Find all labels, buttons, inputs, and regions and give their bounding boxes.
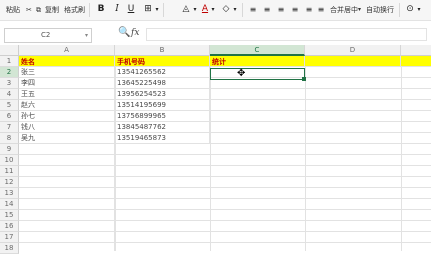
row-header-9[interactable]: 9: [0, 144, 19, 155]
name-box[interactable]: C2 ▾: [4, 28, 92, 43]
phone-cell[interactable]: 13956254523: [115, 89, 210, 100]
align-center-icon[interactable]: ≡: [304, 2, 314, 17]
formula-input[interactable]: [146, 28, 427, 41]
row-header-15[interactable]: 15: [0, 210, 19, 221]
number-format-dropdown-icon[interactable]: ▾: [416, 2, 422, 17]
grid-line: [210, 67, 211, 251]
fx-button[interactable]: fx: [131, 28, 139, 38]
phone-cell[interactable]: 13519465873: [115, 133, 210, 144]
row-header-14[interactable]: 14: [0, 199, 19, 210]
header-cell-empty[interactable]: [401, 56, 431, 67]
zoom-formula-icon[interactable]: 🔍: [118, 27, 130, 38]
copy-button[interactable]: 复制: [45, 3, 59, 17]
font-color-dropdown-icon[interactable]: ▾: [210, 2, 216, 17]
name-box-value: C2: [41, 31, 51, 39]
wrap-text-button[interactable]: 自动换行: [366, 3, 394, 17]
fill-color-icon[interactable]: ◬: [180, 2, 192, 17]
clear-format-icon[interactable]: ◇: [220, 2, 232, 17]
bold-button[interactable]: B: [96, 2, 106, 17]
phone-cell[interactable]: 13645225498: [115, 78, 210, 89]
column-header-a[interactable]: A: [19, 45, 115, 56]
row-header-6[interactable]: 6: [0, 111, 19, 122]
row-header-10[interactable]: 10: [0, 155, 19, 166]
column-header-c[interactable]: C: [210, 45, 305, 56]
name-cell[interactable]: 赵六: [19, 100, 115, 111]
border-icon[interactable]: ⊞: [142, 2, 154, 17]
column-header-d[interactable]: D: [305, 45, 401, 56]
row-header-17[interactable]: 17: [0, 232, 19, 243]
align-left-icon[interactable]: ≡: [290, 2, 300, 17]
merge-center-button[interactable]: 合并居中: [330, 3, 358, 17]
row-header-13[interactable]: 13: [0, 188, 19, 199]
toolbar-divider: [163, 3, 164, 17]
row-header-7[interactable]: 7: [0, 122, 19, 133]
active-cell-c2[interactable]: [210, 68, 305, 80]
merge-dropdown-icon[interactable]: ▾: [358, 3, 361, 17]
formula-bar: C2 ▾ 🔍 fx: [0, 24, 431, 46]
cut-icon[interactable]: ✂: [26, 3, 32, 17]
copy-icon[interactable]: ⧉: [36, 3, 41, 17]
row-header-16[interactable]: 16: [0, 221, 19, 232]
toolbar-divider: [89, 3, 90, 17]
grid-line: [305, 67, 306, 251]
border-dropdown-icon[interactable]: ▾: [154, 2, 160, 17]
select-all-corner[interactable]: [0, 45, 19, 56]
align-right-icon[interactable]: ≡: [316, 2, 326, 17]
row-header-2[interactable]: 2: [0, 67, 19, 78]
row-header-11[interactable]: 11: [0, 166, 19, 177]
cell-cursor-icon: ✥: [237, 68, 246, 79]
chevron-down-icon[interactable]: ▾: [85, 29, 88, 42]
name-cell[interactable]: 王五: [19, 89, 115, 100]
fill-color-dropdown-icon[interactable]: ▾: [192, 2, 198, 17]
row-header-3[interactable]: 3: [0, 78, 19, 89]
name-cell[interactable]: 李四: [19, 78, 115, 89]
font-color-icon[interactable]: A: [200, 2, 210, 17]
format-painter-button[interactable]: 格式刷: [64, 3, 85, 17]
name-cell[interactable]: 吴九: [19, 133, 115, 144]
grid-line: [115, 67, 116, 251]
phone-cell[interactable]: 13845487762: [115, 122, 210, 133]
header-cell-stats[interactable]: 统计: [210, 56, 305, 67]
name-cell[interactable]: 张三: [19, 67, 115, 78]
worksheet-grid[interactable]: A B C D 1 2 3 4 5 6 7 8 9 10 11 12 13 14…: [0, 45, 431, 254]
row-header-8[interactable]: 8: [0, 133, 19, 144]
align-top-icon[interactable]: ≡: [248, 2, 258, 17]
grid-line: [401, 67, 402, 251]
header-cell-empty[interactable]: [305, 56, 401, 67]
italic-button[interactable]: I: [112, 2, 122, 17]
row-header-1[interactable]: 1: [0, 56, 19, 67]
name-cell[interactable]: 钱八: [19, 122, 115, 133]
underline-button[interactable]: U: [126, 2, 136, 17]
fill-handle[interactable]: [302, 77, 306, 81]
row-header-18[interactable]: 18: [0, 243, 19, 254]
ribbon-toolbar: 粘贴 ✂ ⧉ 复制 格式刷 B I U ⊞ ▾ ◬ ▾ A ▾ ◇ ▾ ≡ ≡ …: [0, 0, 431, 21]
phone-cell[interactable]: 13514195699: [115, 100, 210, 111]
phone-cell[interactable]: 13541265562: [115, 67, 210, 78]
column-header-b[interactable]: B: [115, 45, 210, 56]
align-bottom-icon[interactable]: ≡: [276, 2, 286, 17]
header-cell-phone[interactable]: 手机号码: [115, 56, 210, 67]
phone-cell[interactable]: 13756899965: [115, 111, 210, 122]
toolbar-divider: [242, 3, 243, 17]
row-header-12[interactable]: 12: [0, 177, 19, 188]
number-format-icon[interactable]: ⊙: [404, 2, 416, 17]
row-header-5[interactable]: 5: [0, 100, 19, 111]
clear-dropdown-icon[interactable]: ▾: [232, 2, 238, 17]
column-header-e[interactable]: [401, 45, 431, 56]
toolbar-divider: [399, 3, 400, 17]
row-header-4[interactable]: 4: [0, 89, 19, 100]
align-middle-icon[interactable]: ≡: [262, 2, 272, 17]
header-cell-name[interactable]: 姓名: [19, 56, 115, 67]
paste-button[interactable]: 粘贴: [6, 3, 20, 17]
name-cell[interactable]: 孙七: [19, 111, 115, 122]
